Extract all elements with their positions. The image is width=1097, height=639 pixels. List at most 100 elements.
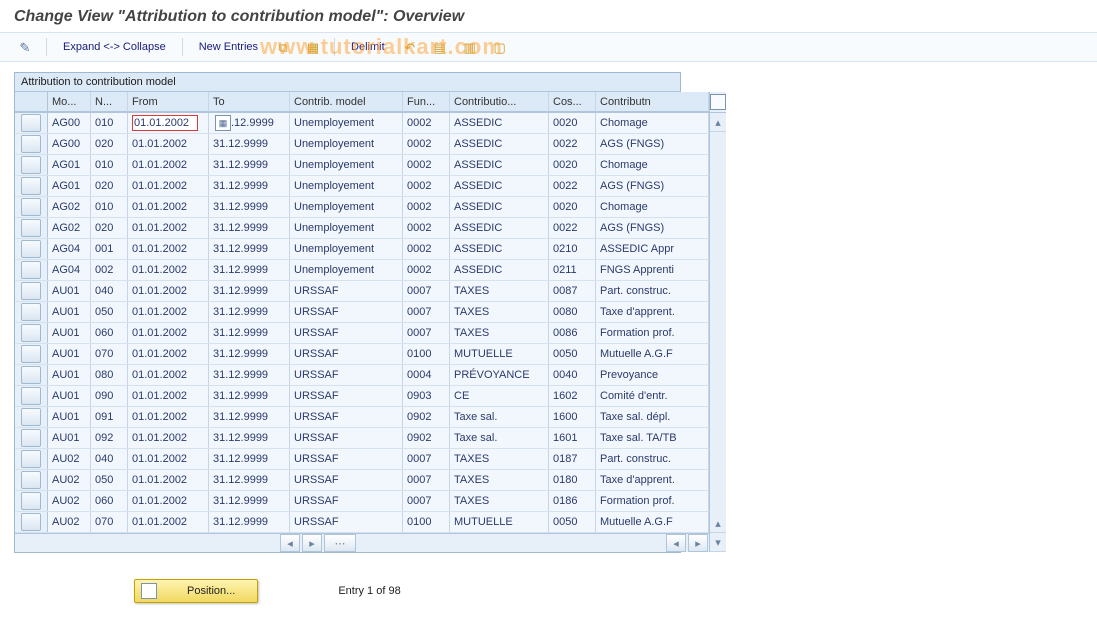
cell-to[interactable]: 31.12.9999 bbox=[209, 302, 290, 322]
cell-mo[interactable]: AU01 bbox=[48, 323, 91, 343]
row-selector[interactable] bbox=[15, 218, 48, 238]
cell-from[interactable]: 01.01.2002 bbox=[128, 407, 209, 427]
cell-contributn[interactable]: Taxe d'apprent. bbox=[596, 302, 709, 322]
cell-cos[interactable]: 0050 bbox=[549, 344, 596, 364]
cell-mo[interactable]: AU01 bbox=[48, 281, 91, 301]
cell-cos[interactable]: 0210 bbox=[549, 239, 596, 259]
cell-contribution[interactable]: TAXES bbox=[450, 470, 549, 490]
col-cos[interactable]: Cos... bbox=[549, 92, 596, 112]
cell-contrib-model[interactable]: URSSAF bbox=[290, 323, 403, 343]
cell-contribution[interactable]: TAXES bbox=[450, 302, 549, 322]
cell-from[interactable]: 01.01.2002 bbox=[128, 344, 209, 364]
scroll-right-icon[interactable]: ▸ bbox=[302, 534, 322, 552]
cell-fun[interactable]: 0007 bbox=[403, 449, 450, 469]
from-input[interactable]: 01.01.2002 bbox=[132, 115, 198, 131]
table-row[interactable]: AG0400101.01.200231.12.9999Unemployement… bbox=[15, 239, 709, 260]
cell-fun[interactable]: 0002 bbox=[403, 134, 450, 154]
cell-n[interactable]: 050 bbox=[91, 470, 128, 490]
cell-to[interactable]: 31.12.9999 bbox=[209, 197, 290, 217]
cell-contrib-model[interactable]: Unemployement bbox=[290, 197, 403, 217]
row-selector[interactable] bbox=[15, 281, 48, 301]
cell-cos[interactable]: 0020 bbox=[549, 197, 596, 217]
table-row[interactable]: AG0001001.01.2002▦.12.9999Unemployement0… bbox=[15, 113, 709, 134]
cell-to[interactable]: 31.12.9999 bbox=[209, 365, 290, 385]
row-selector[interactable] bbox=[15, 176, 48, 196]
table-row[interactable]: AU0204001.01.200231.12.9999URSSAF0007TAX… bbox=[15, 449, 709, 470]
cell-fun[interactable]: 0002 bbox=[403, 260, 450, 280]
cell-mo[interactable]: AU02 bbox=[48, 491, 91, 511]
col-fun[interactable]: Fun... bbox=[403, 92, 450, 112]
cell-contribution[interactable]: ASSEDIC bbox=[450, 155, 549, 175]
cell-contributn[interactable]: Taxe sal. TA/TB bbox=[596, 428, 709, 448]
cell-fun[interactable]: 0002 bbox=[403, 218, 450, 238]
scroll-up-step-icon[interactable]: ▴ bbox=[710, 514, 726, 533]
cell-from[interactable]: 01.01.2002 bbox=[128, 428, 209, 448]
cell-contribution[interactable]: TAXES bbox=[450, 323, 549, 343]
cell-contributn[interactable]: Taxe d'apprent. bbox=[596, 470, 709, 490]
cell-fun[interactable]: 0007 bbox=[403, 323, 450, 343]
cell-contributn[interactable]: Part. construc. bbox=[596, 449, 709, 469]
cell-contrib-model[interactable]: URSSAF bbox=[290, 512, 403, 532]
cell-n[interactable]: 070 bbox=[91, 512, 128, 532]
cell-to[interactable]: 31.12.9999 bbox=[209, 260, 290, 280]
cell-from[interactable]: 01.01.2002 bbox=[128, 260, 209, 280]
cell-cos[interactable]: 0211 bbox=[549, 260, 596, 280]
scroll-right2-icon[interactable]: ▸ bbox=[688, 534, 708, 552]
cell-contrib-model[interactable]: URSSAF bbox=[290, 302, 403, 322]
cell-contribution[interactable]: Taxe sal. bbox=[450, 407, 549, 427]
table-row[interactable]: AG0400201.01.200231.12.9999Unemployement… bbox=[15, 260, 709, 281]
cell-from[interactable]: 01.01.2002 bbox=[128, 239, 209, 259]
cell-contribution[interactable]: TAXES bbox=[450, 491, 549, 511]
cell-fun[interactable]: 0902 bbox=[403, 428, 450, 448]
cell-from[interactable]: 01.01.2002 bbox=[128, 281, 209, 301]
cell-contrib-model[interactable]: Unemployement bbox=[290, 113, 403, 133]
cell-contribution[interactable]: ASSEDIC bbox=[450, 197, 549, 217]
cell-contrib-model[interactable]: URSSAF bbox=[290, 491, 403, 511]
cell-cos[interactable]: 0022 bbox=[549, 134, 596, 154]
cell-contrib-model[interactable]: Unemployement bbox=[290, 239, 403, 259]
cell-n[interactable]: 080 bbox=[91, 365, 128, 385]
cell-cos[interactable]: 0020 bbox=[549, 155, 596, 175]
cell-from[interactable]: 01.01.2002 bbox=[128, 197, 209, 217]
table-row[interactable]: AU0106001.01.200231.12.9999URSSAF0007TAX… bbox=[15, 323, 709, 344]
cell-to[interactable]: 31.12.9999 bbox=[209, 407, 290, 427]
cell-contrib-model[interactable]: URSSAF bbox=[290, 428, 403, 448]
configure-columns-icon[interactable] bbox=[710, 92, 726, 113]
cell-cos[interactable]: 1600 bbox=[549, 407, 596, 427]
cell-from[interactable]: 01.01.2002 bbox=[128, 323, 209, 343]
cell-to[interactable]: 31.12.9999 bbox=[209, 512, 290, 532]
cell-fun[interactable]: 0002 bbox=[403, 239, 450, 259]
scroll-track[interactable] bbox=[710, 132, 726, 514]
cell-from[interactable]: 01.01.2002 bbox=[128, 470, 209, 490]
cell-contrib-model[interactable]: Unemployement bbox=[290, 260, 403, 280]
table-row[interactable]: AU0207001.01.200231.12.9999URSSAF0100MUT… bbox=[15, 512, 709, 533]
cell-from[interactable]: 01.01.2002 bbox=[128, 365, 209, 385]
cell-contribution[interactable]: TAXES bbox=[450, 449, 549, 469]
cell-from[interactable]: 01.01.2002 bbox=[128, 176, 209, 196]
cell-n[interactable]: 002 bbox=[91, 260, 128, 280]
cell-fun[interactable]: 0007 bbox=[403, 302, 450, 322]
cell-cos[interactable]: 0080 bbox=[549, 302, 596, 322]
cell-contribution[interactable]: ASSEDIC bbox=[450, 176, 549, 196]
cell-contributn[interactable]: AGS (FNGS) bbox=[596, 218, 709, 238]
cell-mo[interactable]: AU01 bbox=[48, 386, 91, 406]
row-selector[interactable] bbox=[15, 449, 48, 469]
select-block-icon[interactable]: ▥ bbox=[457, 37, 483, 57]
col-to[interactable]: To bbox=[209, 92, 290, 112]
cell-cos[interactable]: 0022 bbox=[549, 176, 596, 196]
cell-to[interactable]: 31.12.9999 bbox=[209, 281, 290, 301]
cell-n[interactable]: 020 bbox=[91, 176, 128, 196]
copy-icon[interactable]: ⧉ bbox=[270, 37, 296, 57]
cell-to[interactable]: 31.12.9999 bbox=[209, 218, 290, 238]
cell-contribution[interactable]: PRÉVOYANCE bbox=[450, 365, 549, 385]
row-selector[interactable] bbox=[15, 344, 48, 364]
cell-mo[interactable]: AG02 bbox=[48, 197, 91, 217]
cell-to[interactable]: 31.12.9999 bbox=[209, 344, 290, 364]
cell-mo[interactable]: AG04 bbox=[48, 260, 91, 280]
h-scrollbar[interactable]: ◂ ▸ ⋯ ◂ ▸ bbox=[15, 533, 709, 552]
cell-n[interactable]: 060 bbox=[91, 323, 128, 343]
cell-mo[interactable]: AU02 bbox=[48, 512, 91, 532]
cell-contributn[interactable]: Mutuelle A.G.F bbox=[596, 344, 709, 364]
cell-fun[interactable]: 0902 bbox=[403, 407, 450, 427]
cell-from[interactable]: 01.01.2002 bbox=[128, 512, 209, 532]
